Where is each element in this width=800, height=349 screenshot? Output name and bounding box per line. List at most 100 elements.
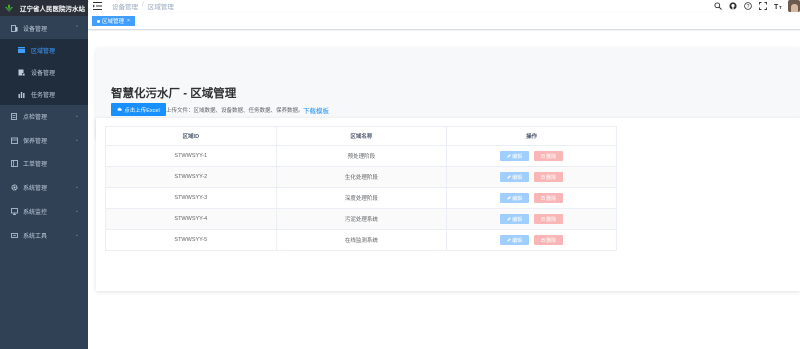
cell-region-id: STWWSYY-1 xyxy=(105,145,277,167)
edit-icon xyxy=(507,175,511,179)
upload-icon xyxy=(117,107,123,111)
delete-button[interactable]: 删除 xyxy=(534,172,564,182)
download-template-link[interactable]: 下载模板 xyxy=(303,105,329,115)
sidebar-item-label: 系统工具 xyxy=(23,233,48,240)
chevron-down-icon: ⌄ xyxy=(74,208,79,214)
edit-button[interactable]: 编辑 xyxy=(500,214,530,224)
gear-icon xyxy=(10,183,18,191)
edit-button[interactable]: 编辑 xyxy=(500,172,530,182)
breadcrumb-item: 区域管理 xyxy=(147,4,174,11)
sidebar-item-region[interactable]: 区域管理 xyxy=(0,39,88,61)
navbar-actions: ? TT xyxy=(708,0,800,12)
sidebar-item-workorder[interactable]: 工单管理 xyxy=(0,152,88,174)
question-icon[interactable]: ? xyxy=(743,1,753,11)
delete-label: 删除 xyxy=(546,153,557,160)
sidebar-item-system[interactable]: 系统管理 ⌄ xyxy=(0,176,88,198)
cell-region-name: 污泥处理系统 xyxy=(275,208,448,230)
region-table: 区域ID 区域名称 操作 STWWSYY-1 预处理阶段 编辑 删除 STWWS… xyxy=(105,126,617,251)
cell-region-name: 在线监测系统 xyxy=(275,229,448,251)
avatar[interactable] xyxy=(788,0,800,12)
sidebar-item-label: 点检管理 xyxy=(23,114,48,121)
column-header-name: 区域名称 xyxy=(275,126,448,146)
sidebar-item-equipment[interactable]: 设备管理 xyxy=(0,61,88,83)
delete-label: 删除 xyxy=(546,174,557,181)
font-size-icon[interactable]: TT xyxy=(773,1,783,11)
breadcrumb-item[interactable]: 设备管理 xyxy=(112,1,138,11)
delete-button[interactable]: 删除 xyxy=(534,235,564,245)
cell-region-id: STWWSYY-5 xyxy=(105,229,277,251)
sidebar-item-label: 系统管理 xyxy=(23,185,48,192)
device-icon xyxy=(10,24,18,32)
edit-label: 编辑 xyxy=(512,174,523,181)
svg-text:?: ? xyxy=(747,4,750,10)
tag-label: 区域管理 xyxy=(102,19,125,25)
edit-button[interactable]: 编辑 xyxy=(500,193,530,203)
logo: 辽宁省人民医院污水站 xyxy=(0,0,88,16)
cell-actions: 编辑 删除 xyxy=(446,208,617,230)
edit-button[interactable]: 编辑 xyxy=(500,151,530,161)
maintenance-icon xyxy=(10,136,18,144)
breadcrumb-separator: / xyxy=(142,1,144,8)
cell-region-id: STWWSYY-3 xyxy=(105,187,277,209)
column-header-actions: 操作 xyxy=(446,126,617,146)
sidebar-item-label: 系统监控 xyxy=(23,209,48,216)
cell-actions: 编辑 删除 xyxy=(446,229,617,251)
sidebar-item-label: 设备管理 xyxy=(23,26,48,33)
upload-label: 点击上传Excel xyxy=(124,107,160,114)
search-icon[interactable] xyxy=(713,1,723,11)
cell-region-name: 生化处理阶段 xyxy=(275,166,448,188)
tag-region[interactable]: 区域管理 × xyxy=(92,16,135,26)
cell-actions: 编辑 删除 xyxy=(446,187,617,209)
table-row: STWWSYY-4 污泥处理系统 编辑 删除 xyxy=(105,208,617,230)
sidebar-item-task[interactable]: 任务管理 xyxy=(0,83,88,105)
cell-region-id: STWWSYY-2 xyxy=(105,166,277,188)
chevron-down-icon: ⌄ xyxy=(74,184,79,190)
cell-actions: 编辑 删除 xyxy=(446,166,617,188)
trash-icon xyxy=(541,154,545,158)
delete-button[interactable]: 删除 xyxy=(534,151,564,161)
close-icon[interactable]: × xyxy=(127,18,130,24)
edit-icon xyxy=(507,196,511,200)
sidebar-item-device[interactable]: 设备管理 ⌃ xyxy=(0,17,88,39)
github-icon[interactable] xyxy=(728,1,738,11)
column-header-id: 区域ID xyxy=(105,126,277,146)
trash-icon xyxy=(541,238,545,242)
sidebar-item-label: 设备管理 xyxy=(31,70,56,77)
main-content: 智慧化污水厂 - 区域管理 点击上传Excel 上传文件：区域数据、设备数据、任… xyxy=(88,31,800,349)
edit-label: 编辑 xyxy=(512,195,523,202)
edit-label: 编辑 xyxy=(512,237,523,244)
upload-hint: 上传文件：区域数据、设备数据、任务数据、保养数据。 xyxy=(166,108,304,114)
inspection-icon xyxy=(10,112,18,120)
active-dot-icon xyxy=(97,19,100,23)
page-title: 智慧化污水厂 - 区域管理 xyxy=(111,88,237,100)
hamburger-icon[interactable] xyxy=(93,2,102,10)
delete-label: 删除 xyxy=(546,237,557,244)
svg-text:T: T xyxy=(779,5,782,10)
navbar: 设备管理 / 区域管理 ? TT xyxy=(88,0,800,12)
sidebar-item-label: 工单管理 xyxy=(23,161,48,168)
table-row: STWWSYY-5 在线监测系统 编辑 删除 xyxy=(105,229,617,251)
sidebar-item-maintenance[interactable]: 保养管理 ⌄ xyxy=(0,129,88,151)
sidebar-item-tools[interactable]: 系统工具 ⌄ xyxy=(0,224,88,246)
upload-excel-button[interactable]: 点击上传Excel xyxy=(111,103,166,116)
edit-label: 编辑 xyxy=(512,216,523,223)
edit-label: 编辑 xyxy=(512,153,523,160)
cell-region-name: 深度处理阶段 xyxy=(275,187,448,209)
sidebar-item-monitor[interactable]: 系统监控 ⌄ xyxy=(0,200,88,222)
edit-icon xyxy=(507,217,511,221)
chevron-down-icon: ⌄ xyxy=(74,113,79,119)
delete-button[interactable]: 删除 xyxy=(534,193,564,203)
delete-button[interactable]: 删除 xyxy=(534,214,564,224)
task-icon xyxy=(17,90,25,98)
sidebar-item-inspection[interactable]: 点检管理 ⌄ xyxy=(0,105,88,127)
sidebar-item-label: 保养管理 xyxy=(23,138,48,145)
tags-view: 区域管理 × xyxy=(88,13,800,30)
breadcrumb: 设备管理 / 区域管理 xyxy=(112,1,174,11)
chevron-down-icon: ⌄ xyxy=(74,137,79,143)
monitor-icon xyxy=(10,207,18,215)
edit-button[interactable]: 编辑 xyxy=(500,235,530,245)
table-header-row: 区域ID 区域名称 操作 xyxy=(105,126,617,146)
fullscreen-icon[interactable] xyxy=(758,1,768,11)
table-row: STWWSYY-3 深度处理阶段 编辑 删除 xyxy=(105,187,617,209)
chevron-down-icon: ⌄ xyxy=(74,232,79,238)
